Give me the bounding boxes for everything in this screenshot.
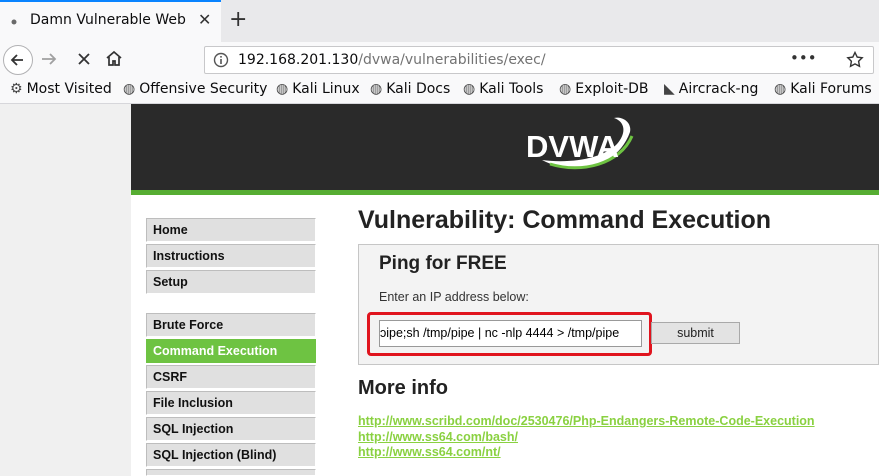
menu-item-file-inclusion[interactable]: File Inclusion: [146, 391, 316, 415]
link-scribd[interactable]: http://www.scribd.com/doc/2530476/Php-En…: [358, 414, 815, 428]
ip-field-label: Enter an IP address below:: [379, 290, 529, 304]
menu-item-setup[interactable]: Setup: [146, 270, 316, 294]
more-info-heading: More info: [358, 377, 448, 399]
globe-icon: ◍: [559, 81, 572, 97]
loading-dot-icon: [11, 19, 17, 25]
forward-icon[interactable]: [40, 51, 58, 67]
home-icon[interactable]: [105, 50, 123, 67]
annotation-highlight-box: [367, 312, 652, 356]
globe-icon: ◍: [276, 81, 289, 97]
bookmark-kali-forums[interactable]: ◍ Kali Forums: [774, 81, 872, 97]
bookmark-kali-linux[interactable]: ◍ Kali Linux: [276, 81, 360, 97]
new-tab-button[interactable]: +: [229, 7, 247, 32]
dvwa-header: [131, 104, 879, 195]
page-actions-icon[interactable]: •••: [790, 49, 817, 67]
menu-item-brute-force[interactable]: Brute Force: [146, 313, 316, 337]
globe-icon: ◍: [370, 81, 383, 97]
link-ss64-nt[interactable]: http://www.ss64.com/nt/: [358, 445, 501, 459]
back-button[interactable]: [3, 45, 33, 75]
url-text[interactable]: 192.168.201.130/dvwa/vulnerabilities/exe…: [238, 52, 546, 68]
menu-item-sql-injection[interactable]: SQL Injection: [146, 417, 316, 441]
aircrack-icon: ◣: [664, 81, 675, 97]
bookmark-kali-tools[interactable]: ◍ Kali Tools: [463, 81, 543, 97]
dvwa-logo: DVWA: [526, 117, 634, 170]
menu-item-sql-injection-blind[interactable]: SQL Injection (Blind): [146, 443, 316, 467]
globe-icon: ◍: [123, 81, 136, 97]
url-host: 192.168.201.130: [238, 52, 359, 68]
menu-item-instructions[interactable]: Instructions: [146, 244, 316, 268]
globe-icon: ◍: [774, 81, 787, 97]
stop-icon[interactable]: [76, 51, 92, 67]
bookmark-exploit-db[interactable]: ◍ Exploit-DB: [559, 81, 649, 97]
info-icon[interactable]: [213, 52, 229, 68]
globe-icon: ◍: [463, 81, 476, 97]
page-title: Vulnerability: Command Execution: [358, 206, 772, 234]
bookmark-offensive-security[interactable]: ◍ Offensive Security: [123, 81, 267, 97]
dvwa-logo-text: DVWA: [526, 129, 619, 164]
gear-icon: ⚙: [10, 81, 23, 97]
link-ss64-bash[interactable]: http://www.ss64.com/bash/: [358, 430, 518, 444]
url-path: /dvwa/vulnerabilities/exec/: [358, 52, 546, 68]
tab-title: Damn Vulnerable Web Ap: [30, 12, 190, 28]
close-tab-icon[interactable]: ✕: [198, 10, 211, 29]
bookmark-kali-docs[interactable]: ◍ Kali Docs: [370, 81, 450, 97]
bookmark-aircrack-ng[interactable]: ◣ Aircrack-ng: [664, 81, 758, 97]
bookmark-most-visited[interactable]: ⚙ Most Visited: [10, 81, 112, 97]
star-icon[interactable]: [846, 51, 864, 68]
menu-item-csrf[interactable]: CSRF: [146, 365, 316, 389]
submit-button[interactable]: submit: [651, 322, 740, 344]
back-icon: [10, 54, 23, 66]
menu-item-command-execution[interactable]: Command Execution: [146, 339, 316, 363]
ping-title: Ping for FREE: [379, 253, 507, 274]
menu-item-home[interactable]: Home: [146, 218, 316, 242]
menu-item-next[interactable]: [146, 469, 316, 476]
